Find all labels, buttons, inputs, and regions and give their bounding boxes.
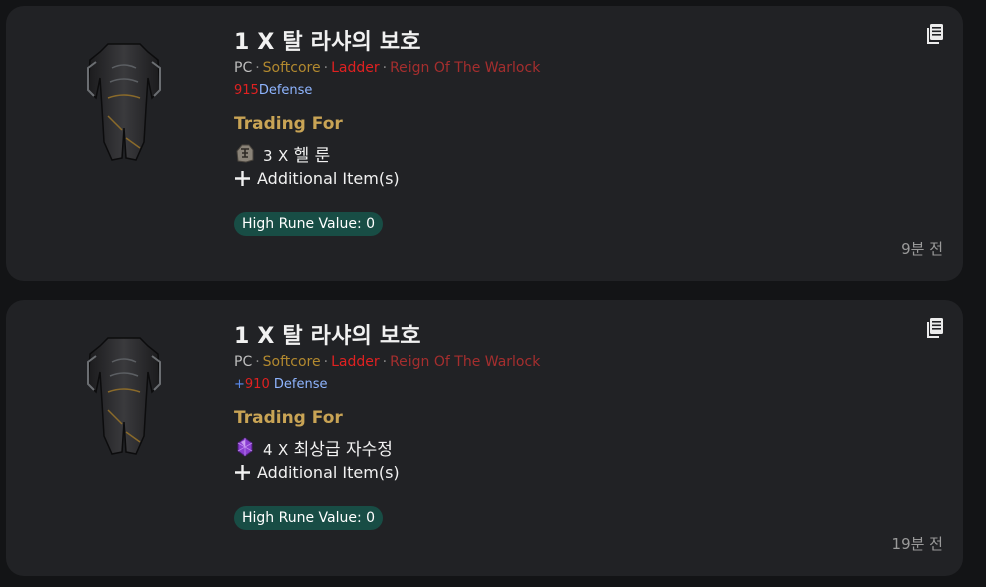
copy-icon[interactable] [925, 318, 943, 340]
listing-card[interactable]: 1 X 탈 라샤의 보호 PC · Softcore · Ladder · Reign Of… [6, 300, 963, 576]
trade-times: X [277, 146, 289, 165]
plus-icon [234, 170, 251, 187]
mode-label: Softcore [262, 354, 321, 370]
additional-items-label: Additional Item(s) [257, 463, 400, 482]
ladder-label: Ladder [331, 60, 380, 76]
listing-timestamp: 9분 전 [901, 240, 943, 258]
defense-stat: +910 Defense [234, 377, 327, 392]
armor-item-image[interactable] [82, 332, 166, 458]
trading-for-heading: Trading For [234, 408, 343, 428]
item-title[interactable]: 1 X 탈 라샤의 보호 [234, 318, 421, 350]
additional-items: Additional Item(s) [234, 169, 400, 188]
trade-item-name: 최상급 자수정 [293, 439, 393, 460]
trade-times: X [277, 440, 289, 459]
defense-label: Defense [273, 377, 328, 392]
defense-value: 915 [234, 83, 259, 98]
trade-item: 4 X 최상급 자수정 [234, 434, 393, 460]
additional-items: Additional Item(s) [234, 463, 400, 482]
trade-item: 3 X 헬 룬 [234, 140, 330, 166]
trade-quantity: 4 [263, 440, 273, 459]
platform-label: PC [234, 354, 253, 370]
trade-item-name: 헬 룬 [293, 145, 331, 166]
defense-label: Defense [258, 83, 313, 98]
season-label: Reign Of The Warlock [390, 354, 541, 370]
listing-timestamp: 19분 전 [891, 535, 943, 553]
platform-label: PC [234, 60, 253, 76]
plus-icon [234, 464, 251, 481]
copy-icon[interactable] [925, 24, 943, 46]
amethyst-gem-icon [234, 436, 256, 458]
additional-items-label: Additional Item(s) [257, 169, 400, 188]
armor-item-image[interactable] [82, 38, 166, 164]
listing-card[interactable]: 1 X 탈 라샤의 보호 PC · Softcore · Ladder · Reign Of… [6, 6, 963, 281]
trade-quantity: 3 [263, 146, 273, 165]
hel-rune-icon [234, 142, 256, 164]
ladder-label: Ladder [331, 354, 380, 370]
listing-meta: PC · Softcore · Ladder · Reign Of The Warlock [234, 60, 541, 76]
listing-meta: PC · Softcore · Ladder · Reign Of The Warlock [234, 354, 541, 370]
high-rune-value-badge: High Rune Value: 0 [234, 506, 384, 530]
defense-value: 910 [244, 377, 270, 392]
trading-for-heading: Trading For [234, 114, 343, 134]
high-rune-value-badge: High Rune Value: 0 [234, 212, 384, 236]
season-label: Reign Of The Warlock [390, 60, 541, 76]
defense-stat: 915Defense [234, 83, 312, 98]
item-title[interactable]: 1 X 탈 라샤의 보호 [234, 24, 421, 56]
mode-label: Softcore [262, 60, 321, 76]
defense-prefix: + [234, 377, 245, 392]
